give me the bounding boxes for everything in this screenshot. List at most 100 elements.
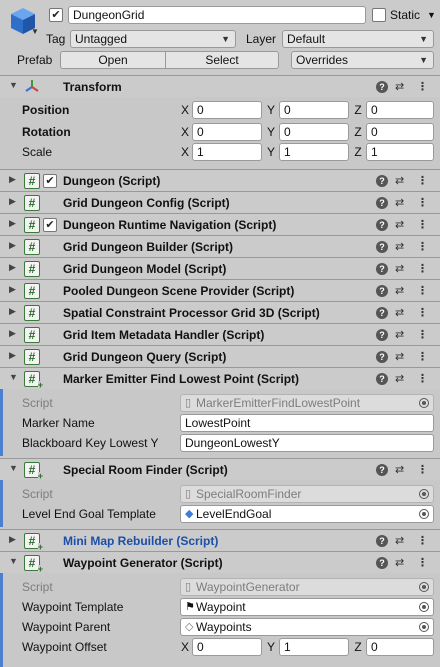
rotation-x-field[interactable]: 0 (192, 123, 262, 141)
waypoint-header[interactable]: ▼ # + Waypoint Generator (Script) ? ⇄ ⋮ (0, 551, 440, 574)
object-picker-icon[interactable] (419, 602, 429, 612)
blackboard-key-field[interactable]: DungeonLowestY (180, 434, 434, 452)
help-icon[interactable]: ? (376, 557, 388, 569)
kebab-menu-icon[interactable]: ⋮ (417, 462, 428, 478)
prefab-select-button[interactable]: Select (165, 51, 279, 69)
kebab-menu-icon[interactable]: ⋮ (417, 195, 428, 211)
kebab-menu-icon[interactable]: ⋮ (417, 533, 428, 549)
component-header[interactable]: ▶ # Grid Item Metadata Handler (Script) … (0, 323, 440, 345)
waypoint-template-label[interactable]: Waypoint Template (22, 599, 123, 615)
kebab-menu-icon[interactable]: ⋮ (417, 371, 428, 387)
rotation-label[interactable]: Rotation (22, 124, 71, 140)
component-header[interactable]: ▶ # Grid Dungeon Model (Script) ? ⇄ ⋮ (0, 257, 440, 279)
component-enabled-checkbox[interactable]: ✔ (43, 218, 57, 232)
kebab-menu-icon[interactable]: ⋮ (417, 79, 428, 95)
waypoint-parent-field[interactable]: ◇ Waypoints (180, 618, 434, 636)
fold-collapsed-icon[interactable]: ▶ (9, 218, 16, 229)
minimap-header[interactable]: ▶ # + Mini Map Rebuilder (Script) ? ⇄ ⋮ (0, 529, 440, 552)
sliders-icon[interactable]: ⇄ (395, 371, 404, 387)
static-checkbox[interactable] (372, 8, 386, 22)
scale-label[interactable]: Scale (22, 144, 52, 160)
sliders-icon[interactable]: ⇄ (395, 555, 404, 571)
component-enabled-checkbox[interactable]: ✔ (43, 174, 57, 188)
level-end-goal-label[interactable]: Level End Goal Template (22, 506, 156, 522)
fold-collapsed-icon[interactable]: ▶ (9, 284, 16, 295)
fold-expanded-icon[interactable]: ▼ (9, 463, 18, 473)
scale-z-label[interactable]: Z (353, 144, 363, 160)
help-icon[interactable]: ? (376, 175, 388, 187)
transform-header[interactable]: ▼ Transform ? ⇄ ⋮ (0, 75, 440, 97)
component-header[interactable]: ▶ # Grid Dungeon Query (Script) ? ⇄ ⋮ (0, 345, 440, 367)
sliders-icon[interactable]: ⇄ (395, 195, 404, 211)
prefab-open-button[interactable]: Open (60, 51, 166, 69)
kebab-menu-icon[interactable]: ⋮ (417, 327, 428, 343)
help-icon[interactable]: ? (376, 263, 388, 275)
fold-collapsed-icon[interactable]: ▶ (9, 174, 16, 185)
level-end-goal-field[interactable]: ◆ LevelEndGoal (180, 505, 434, 523)
marker-name-label[interactable]: Marker Name (22, 415, 95, 431)
help-icon[interactable]: ? (376, 197, 388, 209)
object-picker-icon[interactable] (419, 509, 429, 519)
scale-y-label[interactable]: Y (266, 144, 276, 160)
kebab-menu-icon[interactable]: ⋮ (417, 217, 428, 233)
prefab-overrides-dropdown[interactable]: Overrides ▼ (291, 51, 434, 69)
rotation-z-label[interactable]: Z (353, 124, 363, 140)
sliders-icon[interactable]: ⇄ (395, 462, 404, 478)
position-x-field[interactable]: 0 (192, 101, 262, 119)
waypoint-offset-label[interactable]: Waypoint Offset (22, 639, 107, 655)
help-icon[interactable]: ? (376, 81, 388, 93)
rotation-x-label[interactable]: X (180, 124, 190, 140)
help-icon[interactable]: ? (376, 285, 388, 297)
sliders-icon[interactable]: ⇄ (395, 305, 404, 321)
rotation-z-field[interactable]: 0 (366, 123, 434, 141)
help-icon[interactable]: ? (376, 307, 388, 319)
static-dropdown-arrow[interactable]: ▼ (427, 7, 436, 23)
fold-collapsed-icon[interactable]: ▶ (9, 534, 16, 545)
sliders-icon[interactable]: ⇄ (395, 79, 404, 95)
rotation-y-label[interactable]: Y (266, 124, 276, 140)
fold-expanded-icon[interactable]: ▼ (9, 372, 18, 382)
position-label[interactable]: Position (22, 102, 69, 118)
help-icon[interactable]: ? (376, 464, 388, 476)
position-z-field[interactable]: 0 (366, 101, 434, 119)
marker-name-field[interactable]: LowestPoint (180, 414, 434, 432)
offset-y-field[interactable]: 1 (279, 638, 349, 656)
component-header[interactable]: ▶ # ✔ Dungeon Runtime Navigation (Script… (0, 213, 440, 235)
rotation-y-field[interactable]: 0 (279, 123, 349, 141)
sliders-icon[interactable]: ⇄ (395, 239, 404, 255)
component-header[interactable]: ▶ # Grid Dungeon Config (Script) ? ⇄ ⋮ (0, 191, 440, 213)
sliders-icon[interactable]: ⇄ (395, 533, 404, 549)
help-icon[interactable]: ? (376, 329, 388, 341)
sliders-icon[interactable]: ⇄ (395, 283, 404, 299)
help-icon[interactable]: ? (376, 373, 388, 385)
waypoint-template-field[interactable]: ⚑ Waypoint (180, 598, 434, 616)
kebab-menu-icon[interactable]: ⋮ (417, 239, 428, 255)
layer-dropdown[interactable]: Default ▼ (282, 30, 434, 48)
component-header[interactable]: ▶ # Grid Dungeon Builder (Script) ? ⇄ ⋮ (0, 235, 440, 257)
component-header[interactable]: ▶ # Pooled Dungeon Scene Provider (Scrip… (0, 279, 440, 301)
kebab-menu-icon[interactable]: ⋮ (417, 173, 428, 189)
scale-y-field[interactable]: 1 (279, 143, 349, 161)
component-header[interactable]: ▶ # Spatial Constraint Processor Grid 3D… (0, 301, 440, 323)
object-name-field[interactable]: DungeonGrid (68, 6, 366, 24)
chevron-down-icon[interactable]: ▼ (31, 27, 39, 36)
fold-collapsed-icon[interactable]: ▶ (9, 350, 16, 361)
position-y-field[interactable]: 0 (279, 101, 349, 119)
kebab-menu-icon[interactable]: ⋮ (417, 283, 428, 299)
offset-y-label[interactable]: Y (266, 639, 276, 655)
sliders-icon[interactable]: ⇄ (395, 349, 404, 365)
sliders-icon[interactable]: ⇄ (395, 327, 404, 343)
sliders-icon[interactable]: ⇄ (395, 217, 404, 233)
position-y-label[interactable]: Y (266, 102, 276, 118)
fold-expanded-icon[interactable]: ▼ (9, 556, 18, 566)
position-z-label[interactable]: Z (353, 102, 363, 118)
offset-z-field[interactable]: 0 (366, 638, 434, 656)
help-icon[interactable]: ? (376, 351, 388, 363)
offset-x-label[interactable]: X (180, 639, 190, 655)
scale-x-field[interactable]: 1 (192, 143, 262, 161)
active-checkbox[interactable]: ✔ (49, 8, 63, 22)
fold-collapsed-icon[interactable]: ▶ (9, 196, 16, 207)
fold-collapsed-icon[interactable]: ▶ (9, 240, 16, 251)
kebab-menu-icon[interactable]: ⋮ (417, 305, 428, 321)
special-room-header[interactable]: ▼ # + Special Room Finder (Script) ? ⇄ ⋮ (0, 458, 440, 481)
